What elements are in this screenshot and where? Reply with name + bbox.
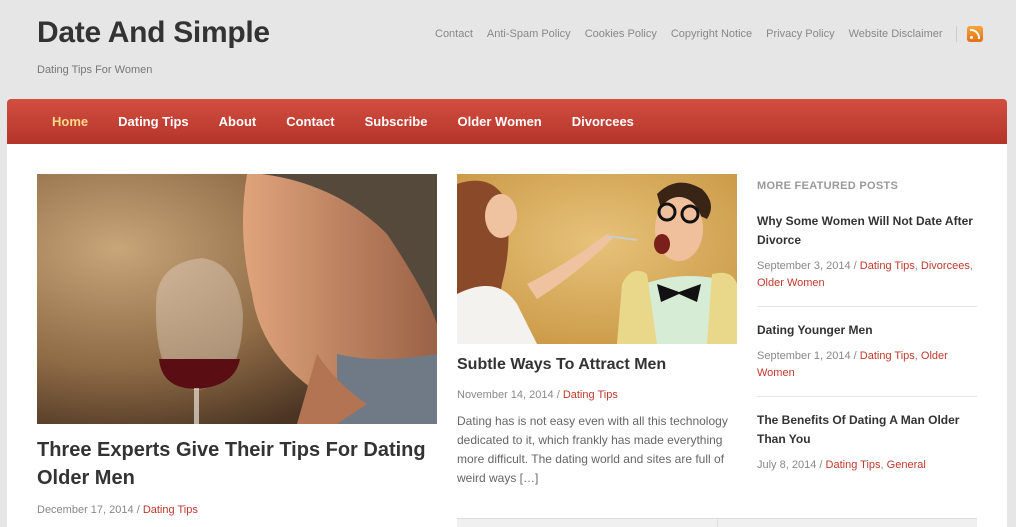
featured-post-meta: December 17, 2014 / Dating Tips <box>37 504 198 516</box>
sidebar-post-meta: September 1, 2014 / Dating Tips, Older W… <box>757 350 948 379</box>
main-navigation: Home Dating Tips About Contact Subscribe… <box>7 99 1007 144</box>
widget-box-partial <box>457 518 977 527</box>
site-title[interactable]: Date And Simple <box>37 16 270 50</box>
sidebar-post-meta: September 3, 2014 / Dating Tips, Divorce… <box>757 260 973 289</box>
post-date: September 1, 2014 <box>757 350 851 362</box>
featured-post-title[interactable]: Three Experts Give Their Tips For Dating… <box>37 436 437 492</box>
post-date: September 3, 2014 <box>757 260 851 272</box>
top-link-contact[interactable]: Contact <box>435 28 473 40</box>
meta-separator: / <box>853 350 857 362</box>
sidebar-post: Dating Younger Men September 1, 2014 / D… <box>757 321 977 397</box>
nav-item-dating-tips[interactable]: Dating Tips <box>103 114 204 129</box>
secondary-post-title[interactable]: Subtle Ways To Attract Men <box>457 356 666 374</box>
content-area: Three Experts Give Their Tips For Dating… <box>7 144 1007 527</box>
meta-separator: / <box>853 260 857 272</box>
sidebar-post: Why Some Women Will Not Date After Divor… <box>757 212 977 307</box>
category-link[interactable]: Dating Tips <box>563 389 618 401</box>
category-link[interactable]: Older Women <box>757 277 825 289</box>
divider <box>955 26 957 42</box>
featured-post-image[interactable] <box>37 174 437 424</box>
nav-item-contact[interactable]: Contact <box>271 114 349 129</box>
sidebar-post: The Benefits Of Dating A Man Older Than … <box>757 411 977 488</box>
category-link[interactable]: Divorcees <box>921 260 970 272</box>
sidebar-post-title[interactable]: Why Some Women Will Not Date After Divor… <box>757 212 977 250</box>
category-link[interactable]: Dating Tips <box>143 504 198 516</box>
sidebar-post-meta: July 8, 2014 / Dating Tips, General <box>757 459 926 471</box>
top-link-cookies[interactable]: Cookies Policy <box>585 28 657 40</box>
rss-icon[interactable] <box>966 26 983 42</box>
post-date: December 17, 2014 <box>37 504 134 516</box>
sidebar-featured-posts: MORE FEATURED POSTS Why Some Women Will … <box>757 180 977 502</box>
category-link[interactable]: Dating Tips <box>860 260 915 272</box>
category-link[interactable]: General <box>887 459 926 471</box>
nav-item-subscribe[interactable]: Subscribe <box>350 114 443 129</box>
nav-item-older-women[interactable]: Older Women <box>442 114 556 129</box>
top-link-privacy[interactable]: Privacy Policy <box>766 28 834 40</box>
secondary-post-excerpt: Dating has is not easy even with all thi… <box>457 414 728 485</box>
post-date: November 14, 2014 <box>457 389 554 401</box>
sidebar-post-title[interactable]: Dating Younger Men <box>757 321 977 340</box>
top-link-anti-spam[interactable]: Anti-Spam Policy <box>487 28 571 40</box>
top-navigation: Contact Anti-Spam Policy Cookies Policy … <box>428 26 983 42</box>
secondary-post-meta: November 14, 2014 / Dating Tips <box>457 389 618 401</box>
post-date: July 8, 2014 <box>757 459 817 471</box>
site-tagline: Dating Tips For Women <box>37 64 153 76</box>
nav-item-about[interactable]: About <box>204 114 272 129</box>
meta-separator: / <box>136 504 140 516</box>
nav-item-home[interactable]: Home <box>37 114 103 129</box>
meta-separator: / <box>556 389 560 401</box>
meta-separator: / <box>819 459 823 471</box>
secondary-post-image[interactable] <box>457 174 737 344</box>
sidebar-post-title[interactable]: The Benefits Of Dating A Man Older Than … <box>757 411 977 449</box>
category-link[interactable]: Dating Tips <box>860 350 915 362</box>
top-link-copyright[interactable]: Copyright Notice <box>671 28 752 40</box>
sidebar-heading: MORE FEATURED POSTS <box>757 180 899 192</box>
top-link-disclaimer[interactable]: Website Disclaimer <box>849 28 943 40</box>
category-link[interactable]: Dating Tips <box>826 459 881 471</box>
nav-item-divorcees[interactable]: Divorcees <box>557 114 649 129</box>
